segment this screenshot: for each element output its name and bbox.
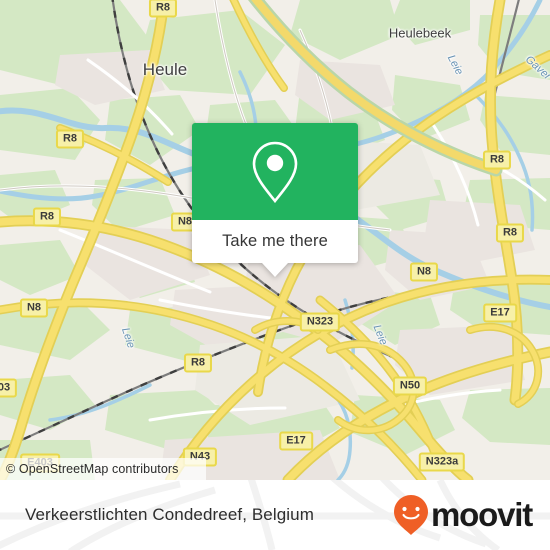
- road-shield-r8[interactable]: R8: [32, 207, 62, 227]
- road-shield-e403-edge[interactable]: 03: [0, 378, 18, 398]
- popup-tail: [262, 263, 288, 277]
- attribution-text: © OpenStreetMap contributors: [6, 462, 179, 476]
- road-shield-n8[interactable]: N8: [19, 298, 49, 318]
- attribution-bar: © OpenStreetMap contributors: [0, 458, 206, 480]
- road-shield-r8[interactable]: R8: [495, 223, 525, 243]
- moovit-smiley-pin-icon: [394, 495, 429, 535]
- map-label-heule: Heule: [142, 60, 188, 79]
- road-shield-r8[interactable]: R8: [482, 150, 512, 170]
- road-shield-n50[interactable]: N50: [392, 376, 428, 396]
- footer-bar: Verkeerstlichten Condedreef, Belgium moo…: [0, 480, 550, 550]
- road-shield-n8[interactable]: N8: [409, 262, 439, 282]
- road-shield-e17[interactable]: E17: [279, 431, 313, 451]
- take-me-there-label: Take me there: [222, 232, 328, 250]
- place-title: Verkeerstlichten Condedreef, Belgium: [25, 505, 314, 524]
- road-shield-n323[interactable]: N323: [299, 312, 341, 332]
- road-shield-r8[interactable]: R8: [55, 129, 85, 149]
- map-pin-icon: [252, 141, 298, 203]
- road-shield-e17[interactable]: E17: [483, 303, 517, 323]
- map-viewport[interactable]: Heule Heulebeek Leie Leie Leie Gaver R8 …: [0, 0, 550, 480]
- map-label-heulebeek: Heulebeek: [388, 25, 452, 41]
- location-popup[interactable]: Take me there: [192, 123, 358, 277]
- road-shield-r8[interactable]: R8: [148, 0, 178, 18]
- popup-action-bar[interactable]: Take me there: [192, 220, 358, 277]
- popup-header: [192, 123, 358, 220]
- moovit-logo[interactable]: moovit: [393, 494, 533, 536]
- road-shield-n323a[interactable]: N323a: [418, 452, 466, 472]
- moovit-wordmark: moovit: [431, 496, 533, 533]
- map-screenshot: Heule Heulebeek Leie Leie Leie Gaver R8 …: [0, 0, 550, 550]
- road-shield-r8[interactable]: R8: [183, 353, 213, 373]
